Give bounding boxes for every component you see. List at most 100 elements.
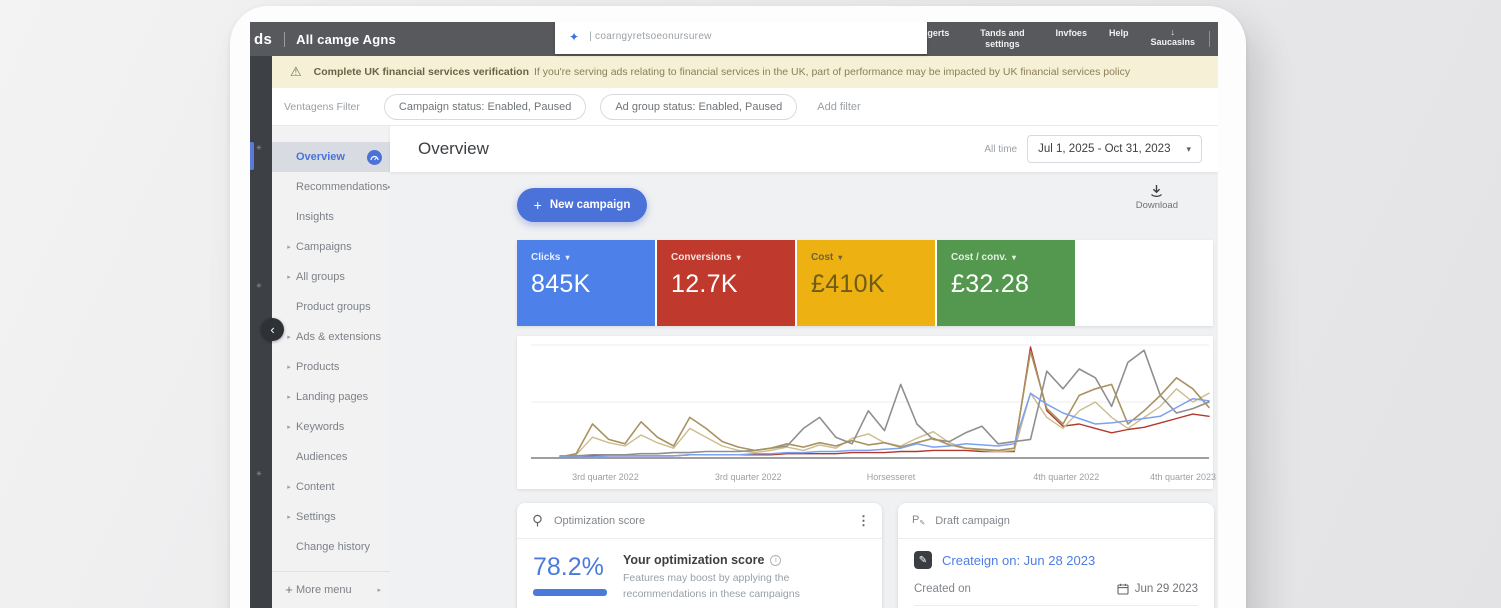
optimization-score-bar — [533, 589, 607, 596]
draft-campaign-link[interactable]: Createign on: Jun 28 2023 — [942, 553, 1095, 568]
sidebar-item-recommendations[interactable]: Recommendations▸ — [272, 172, 390, 202]
sidebar-item-label: Recommendations — [296, 181, 388, 193]
info-icon[interactable]: i — [770, 555, 781, 566]
top-app-bar: ds All camge Agns ✦ | coarngyretsoeonurs… — [250, 22, 1218, 56]
sidebar-item-settings[interactable]: ▸Settings — [272, 502, 390, 532]
metric-card-cost-conv[interactable]: Cost / conv.▾ £32.28 — [937, 240, 1075, 326]
sidebar-item-keywords[interactable]: ▸Keywords — [272, 412, 390, 442]
draft-letter: P — [912, 514, 919, 526]
metric-label: Conversions — [671, 252, 732, 263]
chevron-right-icon: ▸ — [282, 333, 296, 341]
sidebar-item-campaigns[interactable]: ▸Campaigns — [272, 232, 390, 262]
sidebar-item-label: Audiences — [296, 451, 347, 463]
metric-label-row: Cost▾ — [811, 252, 935, 263]
topbar-menu: AngertsTands and settingsInvfoesHelp↓Sau… — [915, 28, 1195, 51]
kebab-menu-icon[interactable]: ⋮ — [857, 513, 870, 529]
sidebar-item-label: All groups — [296, 271, 345, 283]
sidebar-item-label: Product groups — [296, 301, 371, 313]
topbar-menu-item-tands-and-settings[interactable]: Tands and settings — [971, 28, 1033, 51]
score-block: 78.2% — [533, 553, 607, 603]
topbar-menu-item-help[interactable]: Help — [1109, 28, 1129, 39]
chevron-right-icon: ▸ — [282, 363, 296, 371]
x-axis-label: 3rd quarter 2022 — [572, 472, 639, 482]
app-screen: ds All camge Agns ✦ | coarngyretsoeonurs… — [250, 22, 1218, 608]
optimization-score-value: 78.2% — [533, 553, 607, 582]
chevron-right-icon: ▸ — [282, 273, 296, 281]
sidebar-item-audiences[interactable]: Audiences — [272, 442, 390, 472]
chevron-right-icon: ▸ — [377, 586, 381, 594]
sidebar-item-ads-extensions[interactable]: ▸Ads & extensions — [272, 322, 390, 352]
caret-down-icon: ▾ — [565, 253, 569, 262]
topbar-menu-item-saucasins[interactable]: ↓Saucasins — [1150, 28, 1195, 48]
search-placeholder: | coarngyretsoeonursurew — [589, 31, 712, 42]
optimization-score-card: Optimization score ⋮ 78.2% — [517, 503, 882, 608]
metric-card-cost[interactable]: Cost▾ £410K — [797, 240, 935, 326]
metric-label-row: Cost / conv.▾ — [951, 252, 1075, 263]
topbar-menu-item-invfoes[interactable]: Invfoes — [1055, 28, 1087, 39]
draft-square-icon: ✎ — [914, 551, 932, 569]
sidebar-item-overview[interactable]: Overview — [272, 142, 390, 172]
sidebar-item-product-groups[interactable]: Product groups — [272, 292, 390, 322]
header-right: All time Jul 1, 2025 - Oct 31, 2023 ▾ — [984, 135, 1202, 163]
score-description: Features may boost by applying the recom… — [623, 571, 868, 603]
page-title: Overview — [418, 139, 489, 159]
search-input[interactable]: ✦ | coarngyretsoeonursurew — [555, 22, 927, 54]
draft-card-title: Draft campaign — [935, 515, 1010, 527]
nav-rail-active-indicator — [250, 142, 254, 170]
filter-chip[interactable]: Ad group status: Enabled, Paused — [600, 94, 797, 120]
new-campaign-button[interactable]: + New campaign — [517, 188, 647, 222]
chevron-right-icon: ▸ — [282, 513, 296, 521]
sidebar-item-label: Overview — [296, 151, 345, 163]
x-axis-label: Horsesseret — [867, 472, 916, 482]
tablet-frame: ds All camge Agns ✦ | coarngyretsoeonurs… — [230, 6, 1246, 608]
sidebar-item-label: Ads & extensions — [296, 331, 381, 343]
sidebar-item-label: Change history — [296, 541, 370, 553]
filter-chips: Campaign status: Enabled, Paused Ad group… — [384, 94, 811, 120]
chevron-right-icon: ▸ — [282, 393, 296, 401]
add-filter-button[interactable]: Add filter — [817, 101, 860, 113]
filter-bar-label: Ventagens Filter — [284, 101, 360, 113]
metric-value: £32.28 — [951, 270, 1075, 299]
sidebar-item-products[interactable]: ▸Products — [272, 352, 390, 382]
account-name: All camge Agns — [296, 32, 396, 47]
sidebar-item-all-groups[interactable]: ▸All groups — [272, 262, 390, 292]
app-body: ⚠ Complete UK financial services verific… — [272, 56, 1218, 608]
warning-banner: ⚠ Complete UK financial services verific… — [272, 56, 1218, 88]
metric-card-clicks[interactable]: Clicks▾845K — [517, 240, 655, 326]
sidebar-item-more-menu[interactable]: +More menu▸ — [272, 571, 390, 607]
metric-card-conversions[interactable]: Conversions▾12.7K — [657, 240, 795, 326]
main-column: Overview All time Jul 1, 2025 - Oct 31, … — [390, 126, 1218, 608]
ads-logo: ds — [254, 31, 272, 48]
x-axis-label: 4th quarter 2022 — [1033, 472, 1099, 482]
sidebar-item-insights[interactable]: Insights — [272, 202, 390, 232]
created-date-text: Jun 29 2023 — [1135, 583, 1198, 595]
rail-sparkle-icon: ✳ — [256, 144, 262, 152]
metric-value: £410K — [811, 270, 935, 299]
topbar-end-divider — [1209, 31, 1210, 47]
collapse-nav-button[interactable]: ‹ — [261, 318, 284, 341]
date-range-value: Jul 1, 2025 - Oct 31, 2023 — [1038, 143, 1170, 155]
download-icon — [1149, 184, 1164, 198]
optimization-card-title: Optimization score — [554, 515, 645, 527]
topbar-menu-label: Saucasins — [1150, 37, 1195, 48]
download-button[interactable]: Download — [1136, 184, 1178, 211]
overview-chart — [517, 340, 1213, 464]
sidebar-item-label: Settings — [296, 511, 336, 523]
metric-label: Cost / conv. — [951, 252, 1007, 263]
banner-title: Complete UK financial services verificat… — [314, 66, 529, 78]
new-campaign-label: New campaign — [550, 199, 631, 211]
search-icon: ✦ — [569, 30, 579, 44]
draft-link-row: ✎ Createign on: Jun 28 2023 — [914, 551, 1198, 569]
metric-label-row: Conversions▾ — [671, 252, 795, 263]
calendar-icon — [1117, 583, 1129, 595]
draft-icon: P✎ — [912, 514, 925, 527]
chevron-right-icon: ▸ — [282, 483, 296, 491]
date-range-picker[interactable]: Jul 1, 2025 - Oct 31, 2023 ▾ — [1027, 135, 1202, 163]
sidebar-item-change-history[interactable]: Change history — [272, 532, 390, 562]
sidebar-item-landing-pages[interactable]: ▸Landing pages — [272, 382, 390, 412]
banner-body: If you're serving ads relating to financ… — [534, 66, 1130, 78]
sidebar-item-content[interactable]: ▸Content — [272, 472, 390, 502]
filter-chip[interactable]: Campaign status: Enabled, Paused — [384, 94, 586, 120]
metric-label: Clicks — [531, 252, 560, 263]
sidebar-item-label: Insights — [296, 211, 334, 223]
